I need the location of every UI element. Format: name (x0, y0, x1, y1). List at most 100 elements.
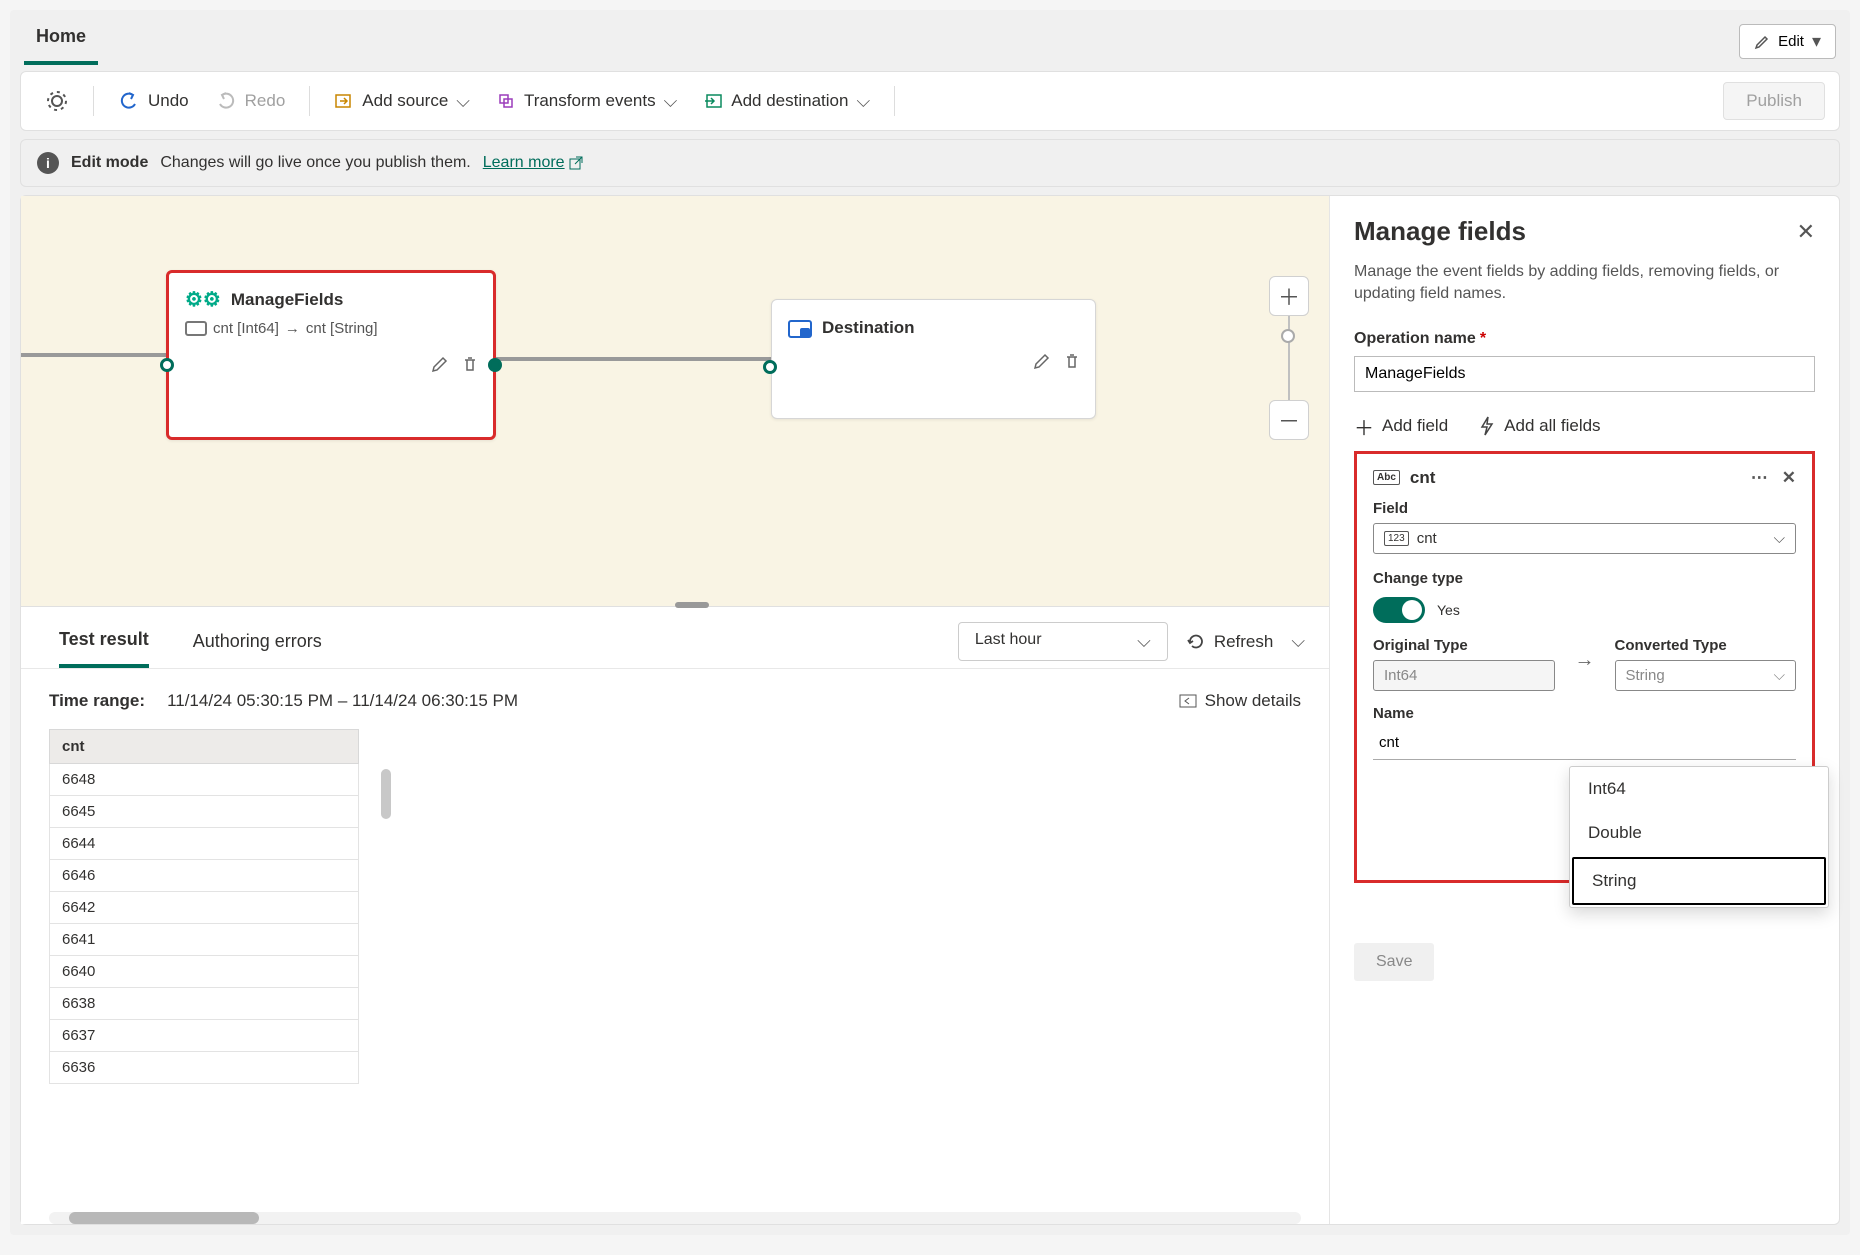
remove-field-icon[interactable]: ✕ (1782, 468, 1796, 488)
refresh-button[interactable]: Refresh (1186, 632, 1274, 652)
horizontal-scrollbar[interactable] (49, 1212, 1301, 1224)
table-row[interactable]: 6648 (50, 764, 359, 796)
original-type-label: Original Type (1373, 637, 1555, 654)
node-field-to: cnt [String] (306, 320, 378, 337)
gears-icon: ⚙⚙ (185, 287, 221, 312)
destination-icon (788, 318, 812, 338)
edit-mode-banner: i Edit mode Changes will go live once yo… (20, 139, 1840, 187)
original-type-input: Int64 (1373, 660, 1555, 691)
undo-label: Undo (148, 91, 189, 111)
add-field-label: Add field (1382, 416, 1448, 436)
zoom-out-button[interactable]: － (1269, 400, 1309, 440)
edit-node-icon[interactable] (431, 355, 449, 376)
nav-home[interactable]: Home (24, 18, 98, 65)
add-source-icon (334, 91, 354, 111)
learn-more-label: Learn more (483, 154, 565, 172)
table-row[interactable]: 6646 (50, 860, 359, 892)
settings-button[interactable] (35, 83, 79, 119)
delete-node-icon[interactable] (1063, 352, 1081, 373)
add-all-fields-button[interactable]: Add all fields (1478, 412, 1600, 441)
edit-button[interactable]: Edit ▾ (1739, 24, 1836, 59)
zoom-slider[interactable] (1288, 316, 1290, 358)
add-destination-label: Add destination (731, 91, 848, 111)
vertical-scrollbar[interactable] (381, 769, 391, 819)
chevron-down-icon: ⌵ (456, 91, 470, 112)
refresh-icon (1186, 632, 1206, 652)
chevron-down-icon[interactable]: ⌵ (1291, 631, 1305, 652)
close-panel-button[interactable]: ✕ (1797, 219, 1815, 245)
add-destination-icon (703, 91, 723, 111)
time-range-text: 11/14/24 05:30:15 PM – 11/14/24 06:30:15… (167, 691, 518, 711)
undo-button[interactable]: Undo (108, 84, 199, 118)
show-details-label: Show details (1205, 691, 1301, 711)
chevron-down-icon: ⌵ (664, 91, 678, 112)
time-range-select[interactable]: Last hour ⌵ (958, 622, 1168, 661)
plus-icon: ＋ (1354, 412, 1374, 441)
toggle-value: Yes (1437, 602, 1460, 618)
tab-authoring-errors[interactable]: Authoring errors (193, 617, 322, 666)
add-field-button[interactable]: ＋ Add field (1354, 412, 1448, 441)
node-title: ManageFields (231, 290, 343, 310)
converted-type-select[interactable]: String ⌵ (1615, 660, 1797, 691)
table-cell: 6648 (50, 764, 359, 796)
output-port[interactable] (488, 358, 502, 372)
panel-resize-handle[interactable] (675, 602, 709, 608)
table-row[interactable]: 6642 (50, 892, 359, 924)
table-row[interactable]: 6636 (50, 1052, 359, 1084)
field-select[interactable]: 123 cnt ⌵ (1373, 523, 1796, 554)
num-type-icon: 123 (1384, 531, 1409, 546)
dropdown-option-string[interactable]: String (1572, 857, 1826, 905)
chevron-down-icon: ⌵ (1137, 631, 1151, 652)
edit-node-icon[interactable] (1033, 352, 1051, 373)
add-source-label: Add source (362, 91, 448, 111)
col-header-cnt[interactable]: cnt (50, 730, 359, 764)
lightning-icon (1478, 416, 1496, 436)
flow-canvas[interactable]: ⚙⚙ ManageFields cnt [Int64] → cnt [Strin… (21, 196, 1329, 606)
toolbar: Undo Redo Add source ⌵ Transform events … (20, 71, 1840, 131)
chevron-down-icon: ⌵ (1774, 667, 1785, 684)
node-title: Destination (822, 318, 915, 338)
pencil-icon (1754, 34, 1770, 50)
abc-type-icon: Abc (1373, 470, 1400, 485)
table-cell: 6645 (50, 796, 359, 828)
add-source-button[interactable]: Add source ⌵ (324, 85, 480, 118)
input-port[interactable] (763, 360, 777, 374)
arrow-icon: → (285, 320, 300, 337)
dropdown-option-int64[interactable]: Int64 (1570, 767, 1828, 811)
name-field-input[interactable] (1373, 726, 1796, 760)
zoom-in-button[interactable]: ＋ (1269, 276, 1309, 316)
destination-node[interactable]: Destination (771, 299, 1096, 419)
more-options-icon[interactable]: ⋯ (1751, 468, 1768, 488)
edit-mode-label: Edit mode (71, 154, 148, 172)
input-port[interactable] (160, 358, 174, 372)
show-details-button[interactable]: Show details (1179, 691, 1301, 711)
redo-label: Redo (245, 91, 286, 111)
table-row[interactable]: 6638 (50, 988, 359, 1020)
transform-events-button[interactable]: Transform events ⌵ (486, 85, 687, 118)
edit-mode-msg: Changes will go live once you publish th… (160, 154, 470, 172)
table-cell: 6646 (50, 860, 359, 892)
change-type-toggle[interactable] (1373, 597, 1425, 623)
converted-type-label: Converted Type (1615, 637, 1797, 654)
learn-more-link[interactable]: Learn more (483, 154, 583, 172)
tab-test-result[interactable]: Test result (59, 615, 149, 668)
table-cell: 6641 (50, 924, 359, 956)
table-cell: 6640 (50, 956, 359, 988)
dropdown-option-double[interactable]: Double (1570, 811, 1828, 855)
add-destination-button[interactable]: Add destination ⌵ (693, 85, 880, 118)
edge (21, 353, 166, 357)
arrow-icon: → (1575, 649, 1595, 678)
manage-fields-node[interactable]: ⚙⚙ ManageFields cnt [Int64] → cnt [Strin… (166, 270, 496, 440)
refresh-label: Refresh (1214, 632, 1274, 652)
details-icon (1179, 694, 1197, 708)
table-row[interactable]: 6645 (50, 796, 359, 828)
table-row[interactable]: 6637 (50, 1020, 359, 1052)
table-row[interactable]: 6644 (50, 828, 359, 860)
operation-name-label: Operation name* (1354, 330, 1815, 348)
converted-type-dropdown: Int64 Double String (1569, 766, 1829, 908)
delete-node-icon[interactable] (461, 355, 479, 376)
table-row[interactable]: 6641 (50, 924, 359, 956)
operation-name-input[interactable] (1354, 356, 1815, 392)
table-row[interactable]: 6640 (50, 956, 359, 988)
gear-icon (45, 89, 69, 113)
